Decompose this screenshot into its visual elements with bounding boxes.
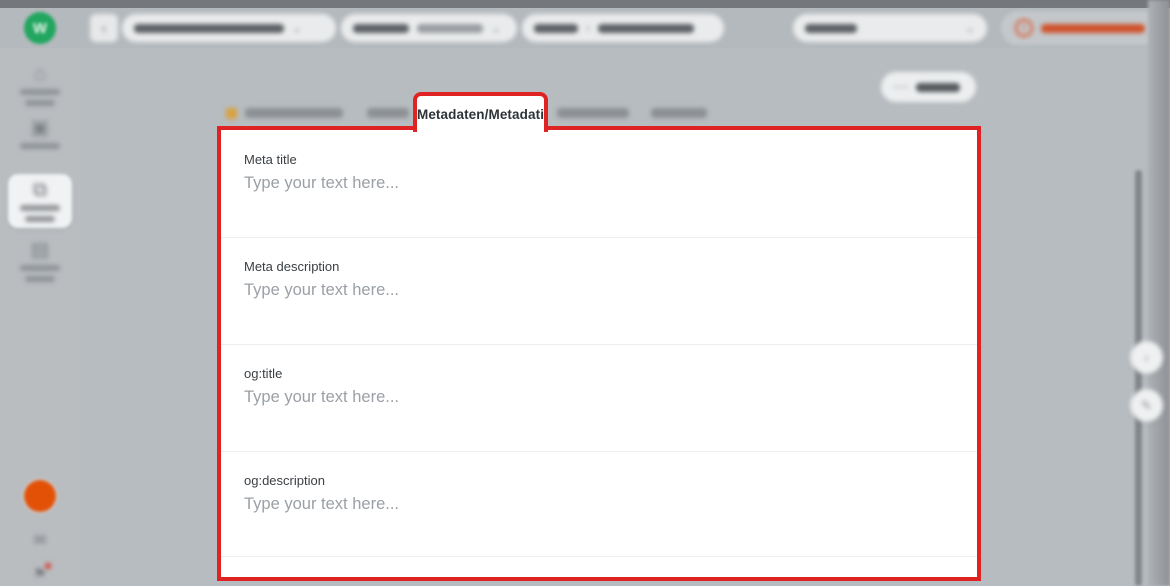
og-description-label: og:description xyxy=(244,473,325,488)
back-icon: ‹ xyxy=(102,20,107,37)
tab-general[interactable] xyxy=(226,98,343,128)
notification-dot xyxy=(45,563,51,569)
meta-title-input[interactable]: Type your text here... xyxy=(244,174,944,193)
sidebar-item-1-label2 xyxy=(25,100,55,106)
og-title-input[interactable]: Type your text here... xyxy=(244,388,944,407)
scrollbar-thumb[interactable] xyxy=(1135,170,1142,586)
window-right-edge xyxy=(1148,0,1170,586)
flag-icon: ⚑ xyxy=(33,566,46,583)
language-dropdown[interactable]: ⌄ xyxy=(341,14,517,42)
tab-metadata-label: Metadaten/Metadati xyxy=(417,107,544,122)
content-dropdown[interactable]: › xyxy=(522,14,724,42)
floating-collapse-button[interactable]: ‹ xyxy=(1130,341,1163,374)
floating-edit-button[interactable]: ✎ xyxy=(1130,389,1163,422)
mini-icon-2[interactable]: ⚑ xyxy=(31,565,49,583)
sidebar-item-2[interactable]: ▣ xyxy=(14,118,66,149)
tab-content[interactable] xyxy=(367,98,409,128)
help-icon: ! xyxy=(1015,19,1033,37)
metadata-panel: Meta title Type your text here... Meta d… xyxy=(217,126,981,581)
og-title-label: og:title xyxy=(244,366,282,381)
mini-icon-1[interactable]: ✉ xyxy=(31,531,49,549)
actions-icon: ⋯ xyxy=(893,77,909,97)
field-group-og-description: og:description Type your text here... xyxy=(221,451,977,557)
weglot-logo-icon[interactable]: W xyxy=(24,12,56,44)
chevron-down-icon: ⌄ xyxy=(491,22,501,34)
sidebar-item-4-label2 xyxy=(25,276,55,282)
sidebar-item-2-label xyxy=(20,143,60,149)
sidebar-item-1[interactable]: ⌂ xyxy=(14,64,66,106)
meta-description-input[interactable]: Type your text here... xyxy=(244,281,944,300)
content-dropdown-label xyxy=(534,24,578,33)
support-button[interactable]: ! xyxy=(1002,12,1166,44)
pencil-icon: ✎ xyxy=(1141,398,1152,414)
support-button-label xyxy=(1041,24,1145,33)
user-avatar[interactable] xyxy=(24,480,56,512)
chevron-down-icon: ⌄ xyxy=(965,22,975,34)
app-window: W ‹ ⌄ ⌄ › ⌄ ! ⌂ ▣ ⧉ xyxy=(0,0,1170,586)
language-dropdown-label xyxy=(353,24,409,33)
og-description-input[interactable]: Type your text here... xyxy=(244,495,944,514)
nav-icon-1: ⌂ xyxy=(34,64,46,84)
tab-content-label xyxy=(367,108,409,118)
logo-glyph-icon: W xyxy=(33,20,47,37)
envelope-icon: ✉ xyxy=(34,532,47,549)
actions-button-label xyxy=(916,83,960,92)
tab-metadata-active[interactable]: Metadaten/Metadati xyxy=(413,92,548,132)
language-dropdown-value xyxy=(417,24,483,33)
project-dropdown[interactable]: ⌄ xyxy=(122,14,336,42)
chevron-left-icon: ‹ xyxy=(1144,350,1148,365)
tab-general-label xyxy=(245,108,343,118)
search-input[interactable]: ⌄ xyxy=(793,14,987,42)
sidebar-item-4[interactable]: ▤ xyxy=(14,240,66,282)
nav-icon-2: ▣ xyxy=(31,118,50,138)
project-dropdown-value xyxy=(134,24,284,33)
field-group-og-title: og:title Type your text here... xyxy=(221,344,977,452)
meta-description-label: Meta description xyxy=(244,259,339,274)
chevron-right-icon: › xyxy=(586,22,590,34)
sidebar-item-1-label xyxy=(20,89,60,95)
search-input-value xyxy=(805,24,857,33)
sidebar-item-3-label xyxy=(20,205,60,211)
chevron-down-icon: ⌄ xyxy=(292,22,302,34)
back-button[interactable]: ‹ xyxy=(90,14,118,42)
sidebar-item-4-label xyxy=(20,265,60,271)
field-group-meta-title: Meta title Type your text here... xyxy=(221,130,977,238)
warning-icon xyxy=(226,108,237,119)
tab-social-media[interactable] xyxy=(557,98,629,128)
tab-alt-tag-label xyxy=(651,108,707,118)
window-top-edge xyxy=(0,0,1170,8)
tab-social-media-label xyxy=(557,108,629,118)
tab-alt-tag[interactable] xyxy=(651,98,707,128)
nav-icon-4: ▤ xyxy=(31,240,50,260)
sidebar-item-3-label2 xyxy=(25,216,55,222)
content-dropdown-value xyxy=(598,24,694,33)
field-group-meta-description: Meta description Type your text here... xyxy=(221,237,977,345)
meta-title-label: Meta title xyxy=(244,152,297,167)
actions-button[interactable]: ⋯ xyxy=(881,72,976,102)
sidebar-item-3[interactable]: ⧉ xyxy=(14,180,66,222)
nav-icon-3: ⧉ xyxy=(33,180,47,200)
